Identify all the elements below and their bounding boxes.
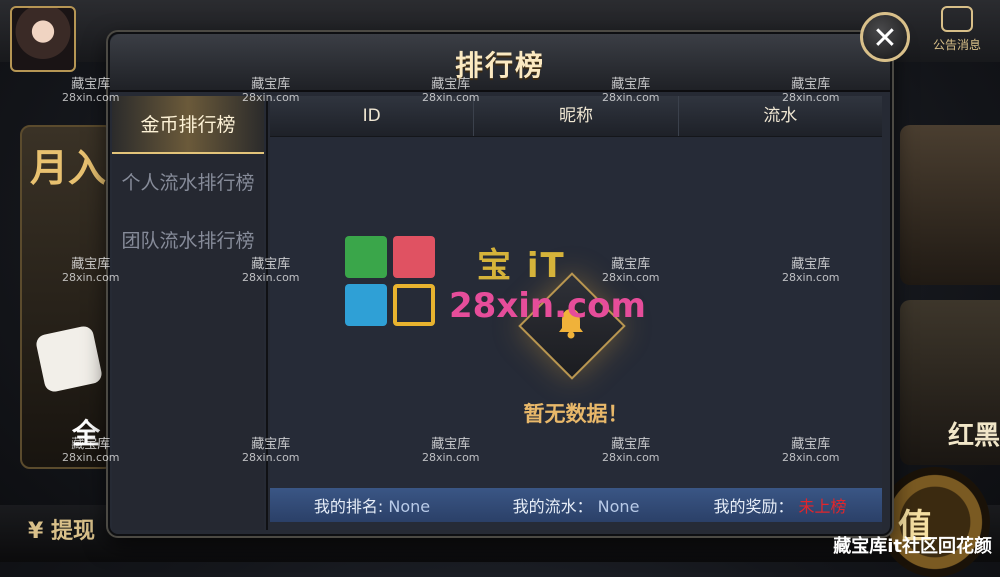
recharge-button[interactable]: 值 <box>880 467 990 577</box>
logo-blue-square <box>345 284 387 326</box>
my-ranking-bar: 我的排名: None 我的流水： None 我的奖励： 未上榜 <box>270 488 882 522</box>
tab-coin-ranking[interactable]: 金币排行榜 <box>112 96 264 154</box>
lobby-right-card-top[interactable] <box>900 125 1000 285</box>
my-rank-value: None <box>388 497 431 516</box>
column-header-flow: 流水 <box>763 106 798 126</box>
my-reward-value: 未上榜 <box>798 497 847 516</box>
my-rank: 我的排名: None <box>270 493 474 517</box>
watermark: 藏宝库 28xin.com <box>422 437 480 464</box>
my-flow-value: None <box>597 497 640 516</box>
modal-title: 排行榜 <box>454 49 545 82</box>
modal-header: 排行榜 <box>110 34 890 92</box>
user-avatar[interactable] <box>10 6 76 72</box>
watermark-logo: 宝 iT 28xin.com <box>345 236 665 332</box>
watermark: 藏宝库 28xin.com <box>782 257 840 284</box>
left-card-title: 月入 <box>30 146 107 190</box>
close-button[interactable]: ✕ <box>860 12 910 62</box>
watermark: 藏宝库 28xin.com <box>782 77 840 104</box>
watermark: 藏宝库 28xin.com <box>602 77 660 104</box>
my-flow-label: 我的流水： <box>512 497 593 516</box>
watermark: 藏宝库 28xin.com <box>422 77 480 104</box>
watermark: 藏宝库 28xin.com <box>62 437 120 464</box>
tab-personal-flow-ranking[interactable]: 个人流水排行榜 <box>112 154 264 212</box>
notice-button[interactable]: 公告消息 <box>918 6 996 56</box>
watermark: 藏宝库 28xin.com <box>242 257 300 284</box>
my-rank-label: 我的排名: <box>313 497 384 516</box>
right-card-label: 红黑 <box>948 421 1000 451</box>
sidebar-divider <box>266 96 268 530</box>
logo-yellow-square <box>393 284 435 326</box>
watermark: 藏宝库 28xin.com <box>782 437 840 464</box>
logo-red-square <box>393 236 435 278</box>
withdraw-button[interactable]: ¥ 提现 <box>28 513 95 545</box>
logo-text-bottom: 28xin.com <box>449 286 646 326</box>
watermark: 藏宝库 28xin.com <box>602 437 660 464</box>
my-flow: 我的流水： None <box>474 493 678 517</box>
empty-state-text: 暂无数据！ <box>523 402 629 426</box>
watermark: 藏宝库 28xin.com <box>242 437 300 464</box>
message-icon <box>941 6 973 32</box>
watermark: 藏宝库 28xin.com <box>242 77 300 104</box>
my-reward: 我的奖励： 未上榜 <box>678 493 882 517</box>
my-reward-label: 我的奖励： <box>713 497 794 516</box>
logo-green-square <box>345 236 387 278</box>
lobby-right-card-bottom[interactable]: 红黑 <box>900 300 1000 465</box>
dice-icon <box>34 324 104 394</box>
leaderboard-tabs: 金币排行榜 个人流水排行榜 团队流水排行榜 <box>112 96 264 530</box>
corner-watermark: 藏宝库it社区回花颜 <box>833 536 992 557</box>
logo-text-top: 宝 iT <box>477 246 566 286</box>
notice-label: 公告消息 <box>932 38 981 52</box>
watermark: 藏宝库 28xin.com <box>62 77 120 104</box>
lobby-left-card[interactable]: 月入 全 <box>20 125 114 469</box>
watermark: 藏宝库 28xin.com <box>62 257 120 284</box>
